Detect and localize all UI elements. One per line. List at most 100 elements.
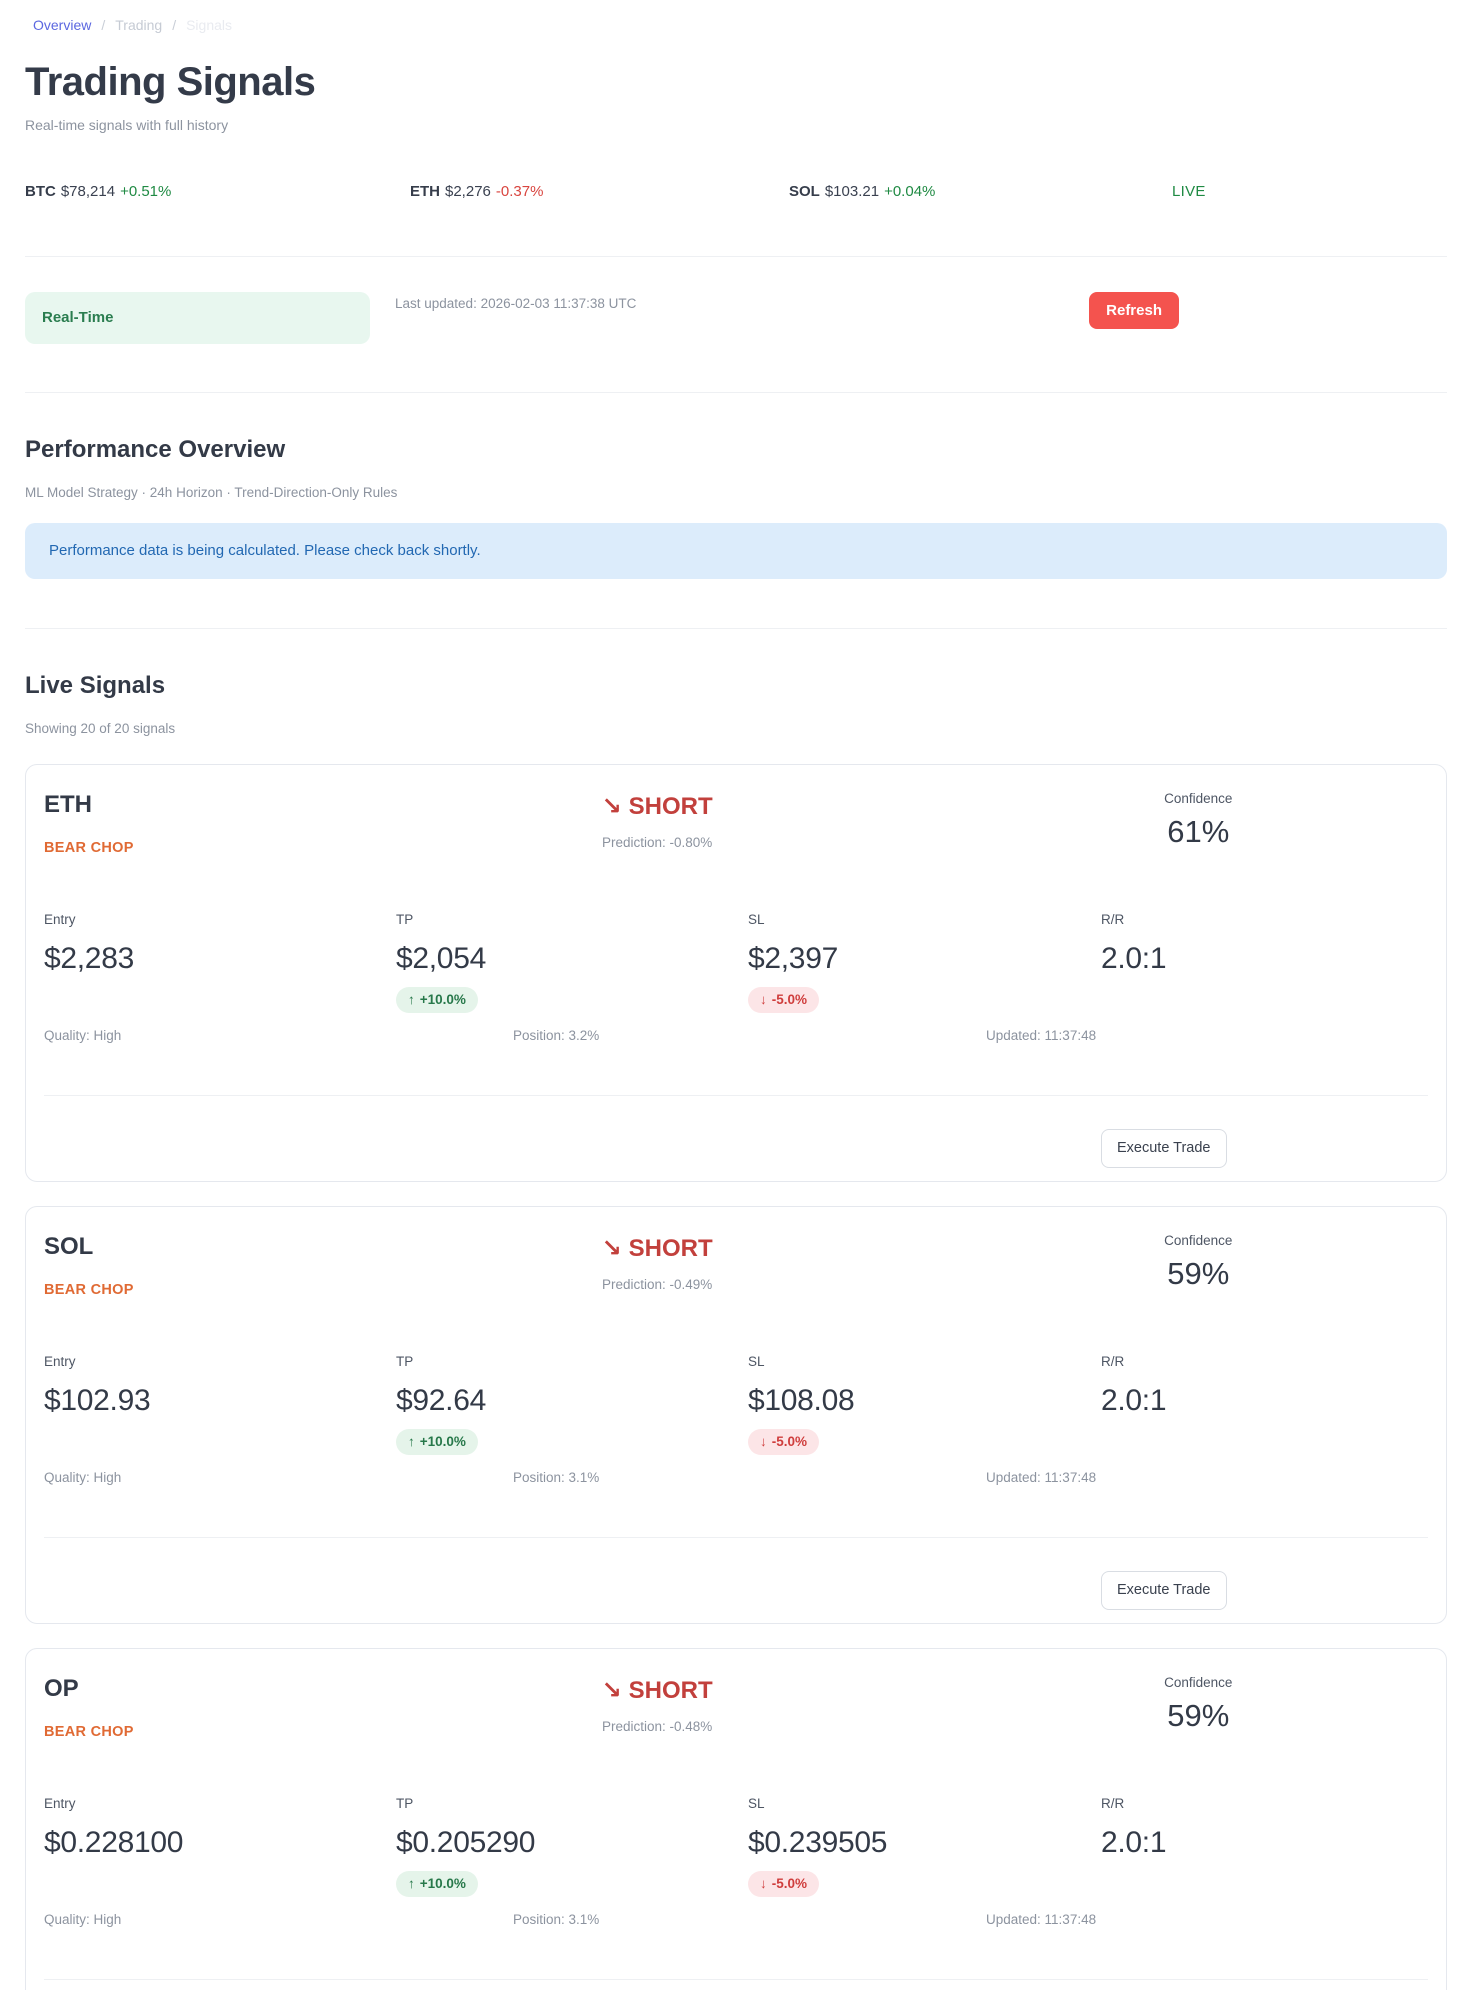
updated-text: Updated: 11:37:48 [986, 1470, 1428, 1486]
entry-value: $2,283 [44, 941, 396, 977]
live-signals-section: Live Signals Showing 20 of 20 signals ET… [25, 671, 1447, 1990]
signal-fields: Entry $2,283 TP $2,054 ↑+10.0% SL $2,397… [44, 912, 1428, 1013]
prediction-text: Prediction: -0.49% [602, 1277, 713, 1293]
signal-card: SOL BEAR CHOP ↘SHORT Prediction: -0.49% … [25, 1206, 1447, 1624]
confidence-value: 61% [1164, 815, 1232, 849]
direction-text: SHORT [629, 1677, 713, 1704]
ticker-symbol: SOL [789, 183, 820, 200]
entry-label: Entry [44, 1796, 396, 1812]
card-divider [44, 1095, 1428, 1096]
refresh-button[interactable]: Refresh [1089, 292, 1179, 329]
direction-block: ↘ SHORT Prediction: -0.80% [602, 793, 713, 851]
card-actions: Execute Trade [44, 1571, 1428, 1610]
signal-fields: Entry $102.93 TP $92.64 ↑+10.0% SL $108.… [44, 1354, 1428, 1455]
ticker-eth: ETH$2,276-0.37% [410, 183, 789, 201]
ticker-change: -0.37% [496, 183, 544, 200]
breadcrumb-overview[interactable]: Overview [33, 17, 91, 33]
ticker-btc: BTC$78,214+0.51% [25, 183, 410, 201]
arrow-down-right-icon: ↘ [602, 1677, 622, 1704]
breadcrumb: Overview / Trading / Signals [25, 17, 1447, 33]
performance-subtitle: ML Model Strategy · 24h Horizon · Trend-… [25, 485, 1447, 501]
signal-card: ETH BEAR CHOP ↘SHORT Prediction: -0.80% … [25, 764, 1447, 1182]
rr-value: 2.0:1 [1101, 941, 1428, 977]
signal-meta: Quality: High Position: 3.1% Updated: 11… [44, 1470, 1428, 1486]
execute-trade-button[interactable]: Execute Trade [1101, 1571, 1227, 1610]
quality-text: Quality: High [44, 1912, 513, 1928]
direction-label: ↘SHORT [602, 1235, 713, 1263]
sl-field: SL $0.239505 ↓-5.0% [748, 1796, 1101, 1897]
breadcrumb-signals: Signals [186, 17, 232, 33]
confidence-label: Confidence [1164, 1233, 1232, 1249]
sl-label: SL [748, 1796, 1101, 1812]
entry-label: Entry [44, 1354, 396, 1370]
sl-change-badge: ↓-5.0% [748, 1429, 819, 1455]
tp-field: TP $92.64 ↑+10.0% [396, 1354, 748, 1455]
rr-label: R/R [1101, 1796, 1428, 1812]
page-title: Trading Signals [25, 59, 1447, 105]
signal-card-list: ETH BEAR CHOP ↘SHORT Prediction: -0.80% … [25, 764, 1447, 1990]
page-subtitle: Real-time signals with full history [25, 117, 1447, 133]
rr-value: 2.0:1 [1101, 1825, 1428, 1861]
entry-field: Entry $2,283 [44, 912, 396, 1013]
arrow-down-right-icon: ↘ [602, 1235, 622, 1262]
direction-label: ↘ SHORT [602, 1677, 713, 1705]
quality-text: Quality: High [44, 1470, 513, 1486]
confidence-value: 59% [1164, 1699, 1232, 1733]
entry-label: Entry [44, 912, 396, 928]
sl-label: SL [748, 912, 1101, 928]
confidence-block: Confidence 59% [1164, 1233, 1232, 1291]
rr-field: R/R 2.0:1 [1101, 1796, 1428, 1897]
entry-field: Entry $102.93 [44, 1354, 396, 1455]
prediction-text: Prediction: -0.80% [602, 835, 713, 851]
signal-meta: Quality: High Position: 3.1% Updated: 11… [44, 1912, 1428, 1928]
sl-change-text: -5.0% [772, 1434, 807, 1450]
confidence-block: Confidence 61% [1164, 791, 1232, 849]
up-arrow-icon: ↑ [408, 1434, 415, 1450]
tp-value: $2,054 [396, 941, 748, 977]
tp-value: $0.205290 [396, 1825, 748, 1861]
execute-trade-button[interactable]: Execute Trade [1101, 1129, 1227, 1168]
position-text: Position: 3.1% [513, 1912, 986, 1928]
position-text: Position: 3.1% [513, 1470, 986, 1486]
card-actions: Execute Trade [44, 1129, 1428, 1168]
direction-block: ↘ SHORT Prediction: -0.48% [602, 1677, 713, 1735]
breadcrumb-separator: / [172, 17, 176, 33]
down-arrow-icon: ↓ [760, 1876, 767, 1892]
direction-block: ↘SHORT Prediction: -0.49% [602, 1235, 713, 1293]
entry-field: Entry $0.228100 [44, 1796, 396, 1897]
sl-field: SL $108.08 ↓-5.0% [748, 1354, 1101, 1455]
rr-label: R/R [1101, 912, 1428, 928]
direction-label: ↘ SHORT [602, 793, 713, 821]
breadcrumb-trading[interactable]: Trading [115, 17, 162, 33]
confidence-label: Confidence [1164, 1675, 1232, 1691]
sl-value: $0.239505 [748, 1825, 1101, 1861]
divider [25, 628, 1447, 629]
signals-count-text: Showing 20 of 20 signals [25, 721, 1447, 737]
tp-label: TP [396, 912, 748, 928]
tp-label: TP [396, 1354, 748, 1370]
rr-field: R/R 2.0:1 [1101, 912, 1428, 1013]
entry-value: $102.93 [44, 1383, 396, 1419]
toolbar: Real-Time Last updated: 2026-02-03 11:37… [25, 292, 1447, 344]
entry-value: $0.228100 [44, 1825, 396, 1861]
tp-field: TP $2,054 ↑+10.0% [396, 912, 748, 1013]
signal-card-header: ETH BEAR CHOP ↘SHORT Prediction: -0.80% … [44, 791, 1428, 883]
card-divider [44, 1979, 1428, 1980]
position-text: Position: 3.2% [513, 1028, 986, 1044]
tp-change-text: +10.0% [420, 1434, 466, 1450]
divider [25, 256, 1447, 257]
tp-change-badge: ↑+10.0% [396, 1871, 478, 1897]
updated-text: Updated: 11:37:48 [986, 1912, 1428, 1928]
tp-change-badge: ↑+10.0% [396, 987, 478, 1013]
signal-fields: Entry $0.228100 TP $0.205290 ↑+10.0% SL … [44, 1796, 1428, 1897]
sl-value: $2,397 [748, 941, 1101, 977]
direction-text: SHORT [629, 793, 713, 820]
arrow-down-right-icon: ↘ [602, 793, 622, 820]
updated-text: Updated: 11:37:48 [986, 1028, 1428, 1044]
sl-change-text: -5.0% [772, 992, 807, 1008]
realtime-mode-badge: Real-Time [25, 292, 370, 344]
sl-change-badge: ↓-5.0% [748, 987, 819, 1013]
page: Overview / Trading / Signals Trading Sig… [0, 0, 1472, 1990]
prediction-text: Prediction: -0.48% [602, 1719, 713, 1735]
rr-field: R/R 2.0:1 [1101, 1354, 1428, 1455]
